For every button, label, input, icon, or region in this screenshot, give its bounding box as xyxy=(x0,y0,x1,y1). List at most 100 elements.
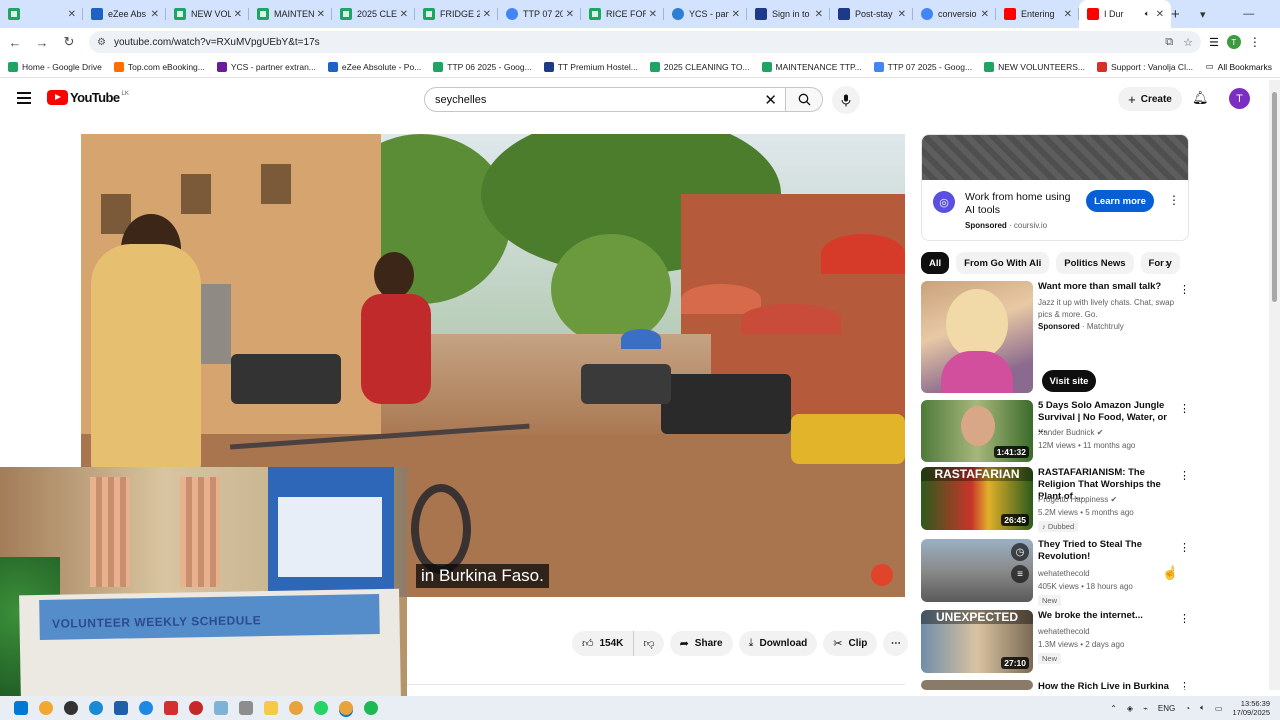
address-bar[interactable]: ⚙ youtube.com/watch?v=RXuMVpgUEbY&t=17s … xyxy=(89,31,1201,53)
whatsapp-icon[interactable] xyxy=(314,701,328,715)
channel-watermark-icon[interactable] xyxy=(871,564,893,586)
tab-close-icon[interactable]: ✕ xyxy=(234,9,242,20)
browser-tab[interactable]: 2025 CLE ✕ xyxy=(332,0,415,28)
windows-start-icon[interactable] xyxy=(14,701,28,715)
filter-chip[interactable]: All xyxy=(921,252,950,274)
browser-tab[interactable]: MAINTEN ✕ xyxy=(249,0,332,28)
bookmark-item[interactable]: YCS - partner extran... xyxy=(216,61,316,72)
more-actions-button[interactable]: ⋯ xyxy=(883,631,909,656)
clip-button[interactable]: ✂ Clip xyxy=(823,631,878,656)
bookmark-item[interactable]: MAINTENANCE TTP... xyxy=(761,61,862,72)
site-info-icon[interactable]: ⚙ xyxy=(97,37,106,48)
bookmark-item[interactable]: Top.com eBooking... xyxy=(113,61,205,72)
tab-audio-icon[interactable]: 🔈︎ xyxy=(1145,9,1150,19)
add-to-queue-icon[interactable]: ≡ xyxy=(1011,565,1029,583)
tab-close-icon[interactable]: ✕ xyxy=(649,9,657,20)
reload-button[interactable]: ↻ xyxy=(57,30,81,54)
browser-tab[interactable]: Sign in to ✕ xyxy=(747,0,830,28)
tab-close-icon[interactable]: ✕ xyxy=(68,9,76,20)
related-video-item[interactable]: 1:41:32 5 Days Solo Amazon Jungle Surviv… xyxy=(921,400,1190,462)
new-tab-button[interactable]: + xyxy=(1171,0,1180,28)
bookmark-item[interactable]: 2025 CLEANING TO... xyxy=(649,61,750,72)
all-bookmarks-button[interactable]: ▭ All Bookmarks xyxy=(1206,61,1272,72)
related-menu-icon[interactable]: ⋮ xyxy=(1179,680,1189,690)
youtube-logo[interactable]: YouTube LK xyxy=(47,90,129,105)
wifi-icon[interactable]: ◔ xyxy=(1185,704,1190,713)
chevron-right-icon[interactable]: › xyxy=(1165,256,1169,270)
related-sponsored-item[interactable]: Want more than small talk? Jazz it up wi… xyxy=(921,281,1190,393)
search-button[interactable] xyxy=(785,87,823,112)
network-icon[interactable]: ◈ xyxy=(1127,704,1133,713)
tab-close-icon[interactable]: ✕ xyxy=(1156,9,1164,20)
tab-close-icon[interactable]: ✕ xyxy=(898,9,906,20)
watch-later-icon[interactable]: ◷ xyxy=(1011,543,1029,561)
chrome-icon[interactable] xyxy=(289,701,303,715)
tab-close-icon[interactable]: ✕ xyxy=(981,9,989,20)
bookmark-item[interactable]: Support : Vanolja Cl... xyxy=(1096,61,1193,72)
browser-tab[interactable]: TTP 07 20 ✕ xyxy=(498,0,581,28)
related-video-item[interactable]: RASTAFARIAN 26:45 RASTAFARIANISM: The Re… xyxy=(921,467,1190,532)
notifications-bell-icon[interactable]: 🔔︎ xyxy=(1192,90,1209,106)
browser-tab[interactable]: I Dur 🔈︎ ✕ xyxy=(1079,0,1171,28)
related-video-item[interactable]: UNEXPECTED 27:10 We broke the internet..… xyxy=(921,610,1190,673)
back-button[interactable]: ← xyxy=(3,30,27,54)
file-explorer-icon[interactable] xyxy=(264,701,278,715)
clear-search-icon[interactable]: ✕ xyxy=(764,91,777,109)
app-icon[interactable] xyxy=(189,701,203,715)
app-icon[interactable] xyxy=(114,701,128,715)
profile-icon[interactable]: T xyxy=(1226,35,1241,49)
browser-tab[interactable]: FRIDGE 2 ✕ xyxy=(415,0,498,28)
chrome-icon-active[interactable] xyxy=(339,701,353,715)
bookmark-item[interactable]: TTP 06 2025 - Goog... xyxy=(433,61,532,72)
related-menu-icon[interactable]: ⋮ xyxy=(1179,283,1190,296)
clock[interactable]: 13:56:39 17/09/2025 xyxy=(1232,699,1270,717)
browser-tab[interactable]: RICE FOR ✕ xyxy=(581,0,664,28)
browser-tab[interactable]: ✕ xyxy=(0,0,83,28)
account-avatar[interactable]: T xyxy=(1229,88,1250,109)
battery-icon[interactable]: ▭ xyxy=(1215,704,1223,713)
search-input[interactable]: seychelles ✕ xyxy=(424,87,786,112)
chevron-up-icon[interactable]: ⌃ xyxy=(1110,704,1117,713)
bookmark-item[interactable]: TTP 07 2025 - Goog... xyxy=(873,61,972,72)
download-button[interactable]: ⤓ Download xyxy=(738,631,818,656)
tab-close-icon[interactable]: ✕ xyxy=(732,9,740,20)
related-menu-icon[interactable]: ⋮ xyxy=(1179,402,1190,415)
browser-tab[interactable]: Post-stay ✕ xyxy=(830,0,913,28)
related-video-item[interactable]: How the Rich Live in Burkina ⋮ xyxy=(921,680,1189,690)
bookmark-item[interactable]: eZee Absolute - Po... xyxy=(327,61,421,72)
browser-tab[interactable]: YCS - part ✕ xyxy=(664,0,747,28)
visit-site-button[interactable]: Visit site xyxy=(1042,370,1096,392)
related-menu-icon[interactable]: ⋮ xyxy=(1179,469,1190,482)
spotify-icon[interactable] xyxy=(364,701,378,715)
page-scrollbar[interactable] xyxy=(1269,80,1280,690)
browser-tab[interactable]: NEW VOL ✕ xyxy=(166,0,249,28)
browser-tab[interactable]: conversio ✕ xyxy=(913,0,996,28)
share-button[interactable]: ➦ Share xyxy=(669,631,733,656)
bookmark-item[interactable]: TT Premium Hostel... xyxy=(543,61,638,72)
dislike-button[interactable]: 👎︎ xyxy=(634,637,663,650)
related-menu-icon[interactable]: ⋮ xyxy=(1179,612,1190,625)
app-icon[interactable] xyxy=(139,701,153,715)
chrome-icon[interactable] xyxy=(39,701,53,715)
voice-search-button[interactable] xyxy=(832,86,860,114)
browser-tab[interactable]: Entering ✕ xyxy=(996,0,1079,28)
lang-indicator[interactable]: ENG xyxy=(1158,704,1175,713)
filter-chip[interactable]: Politics News xyxy=(1056,252,1134,274)
like-button[interactable]: 👍︎ 154K xyxy=(572,631,635,656)
tab-close-icon[interactable]: ✕ xyxy=(151,9,159,20)
sponsored-ad-card[interactable]: ◎ Work from home using AI tools Sponsore… xyxy=(921,134,1189,241)
scrollbar-thumb[interactable] xyxy=(1272,92,1277,302)
app-icon[interactable] xyxy=(164,701,178,715)
edge-icon[interactable] xyxy=(89,701,103,715)
tab-close-icon[interactable]: ✕ xyxy=(566,9,574,20)
tab-close-icon[interactable]: ✕ xyxy=(400,9,408,20)
filter-chip[interactable]: For y xyxy=(1140,252,1180,274)
volume-icon[interactable]: 🔈︎ xyxy=(1200,703,1205,713)
app-icon[interactable] xyxy=(214,701,228,715)
bookmark-item[interactable]: Home - Google Drive xyxy=(8,61,102,72)
tab-close-icon[interactable]: ✕ xyxy=(1064,9,1072,20)
browser-tab[interactable]: eZee Abs ✕ xyxy=(83,0,166,28)
usb-icon[interactable]: ⌁ xyxy=(1143,704,1148,713)
related-menu-icon[interactable]: ⋮ xyxy=(1179,541,1190,554)
forward-button[interactable]: → xyxy=(30,30,54,54)
